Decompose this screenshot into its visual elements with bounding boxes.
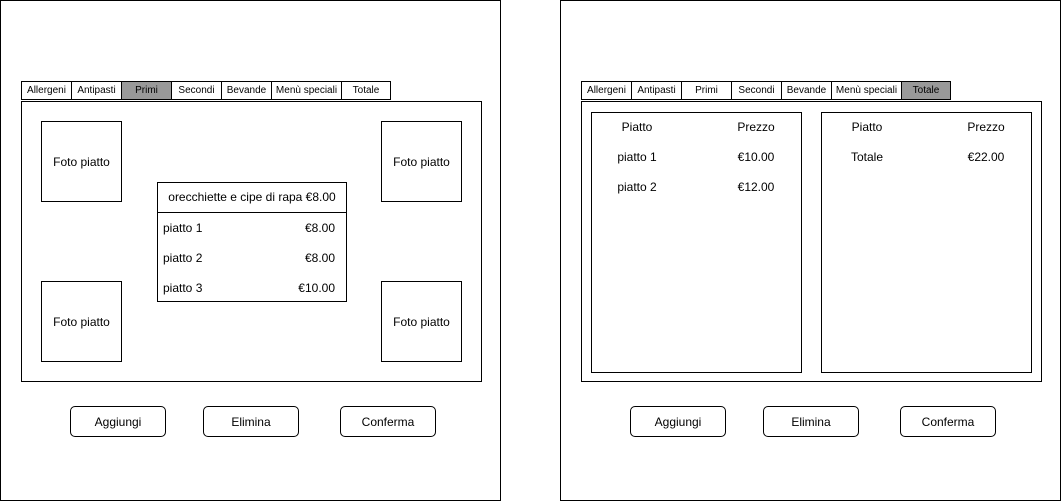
dish-header: orecchiette e cipe di rapa €8.00 [158,183,346,213]
tab-secondi[interactable]: Secondi [731,81,781,100]
col-price-header: Prezzo [737,120,775,134]
tab-primi[interactable]: Primi [681,81,731,100]
tab-menu-speciali[interactable]: Menù speciali [271,81,341,100]
dish-detail-box: orecchiette e cipe di rapa €8.00 piatto … [157,182,347,302]
tab-bevande[interactable]: Bevande [221,81,271,100]
tab-bevande[interactable]: Bevande [781,81,831,100]
right-screen: Allergeni Antipasti Primi Secondi Bevand… [560,0,1061,501]
total-box-header: Piatto Prezzo [822,113,1031,143]
tab-antipasti[interactable]: Antipasti [631,81,681,100]
dish-name: piatto 2 [163,251,203,265]
left-screen: Allergeni Antipasti Primi Secondi Bevand… [0,0,501,501]
total-box: Piatto Prezzo Totale €22.00 [821,112,1032,373]
dish-price: €8.00 [304,221,335,235]
dish-name: piatto 3 [163,281,203,295]
confirm-button[interactable]: Conferma [340,406,436,437]
delete-button[interactable]: Elimina [763,406,859,437]
tab-primi[interactable]: Primi [121,81,171,100]
tab-bar: Allergeni Antipasti Primi Secondi Bevand… [21,81,391,100]
dish-photo[interactable]: Foto piatto [41,281,122,362]
tab-secondi[interactable]: Secondi [171,81,221,100]
order-list-header: Piatto Prezzo [592,113,801,143]
order-row[interactable]: piatto 2 €12.00 [592,173,801,203]
primi-panel: Foto piatto Foto piatto Foto piatto Foto… [21,101,482,382]
tab-bar: Allergeni Antipasti Primi Secondi Bevand… [581,81,951,100]
delete-button[interactable]: Elimina [203,406,299,437]
order-list: Piatto Prezzo piatto 1 €10.00 piatto 2 €… [591,112,802,373]
dish-name: piatto 1 [163,221,203,235]
order-dish-name: piatto 2 [617,180,657,194]
confirm-button[interactable]: Conferma [900,406,996,437]
order-dish-price: €12.00 [737,180,775,194]
col-price-header: Prezzo [967,120,1005,134]
tab-totale[interactable]: Totale [341,81,391,100]
tab-menu-speciali[interactable]: Menù speciali [831,81,901,100]
dish-row[interactable]: piatto 2 €8.00 [158,243,346,273]
totale-panel: Piatto Prezzo piatto 1 €10.00 piatto 2 €… [581,101,1042,382]
tab-antipasti[interactable]: Antipasti [71,81,121,100]
dish-price: €10.00 [298,281,335,295]
order-row[interactable]: piatto 1 €10.00 [592,143,801,173]
total-row: Totale €22.00 [822,143,1031,173]
order-dish-name: piatto 1 [617,150,657,164]
order-dish-price: €10.00 [737,150,775,164]
dish-row[interactable]: piatto 3 €10.00 [158,273,346,303]
dish-row[interactable]: piatto 1 €8.00 [158,213,346,243]
total-value: €22.00 [967,150,1005,164]
dish-photo[interactable]: Foto piatto [41,121,122,202]
dish-photo[interactable]: Foto piatto [381,121,462,202]
dish-photo[interactable]: Foto piatto [381,281,462,362]
tab-allergeni[interactable]: Allergeni [581,81,631,100]
tab-totale[interactable]: Totale [901,81,951,100]
tab-allergeni[interactable]: Allergeni [21,81,71,100]
col-dish-header: Piatto [621,120,653,134]
dish-price: €8.00 [304,251,335,265]
col-dish-header: Piatto [851,120,883,134]
total-label: Totale [850,150,884,164]
add-button[interactable]: Aggiungi [630,406,726,437]
add-button[interactable]: Aggiungi [70,406,166,437]
